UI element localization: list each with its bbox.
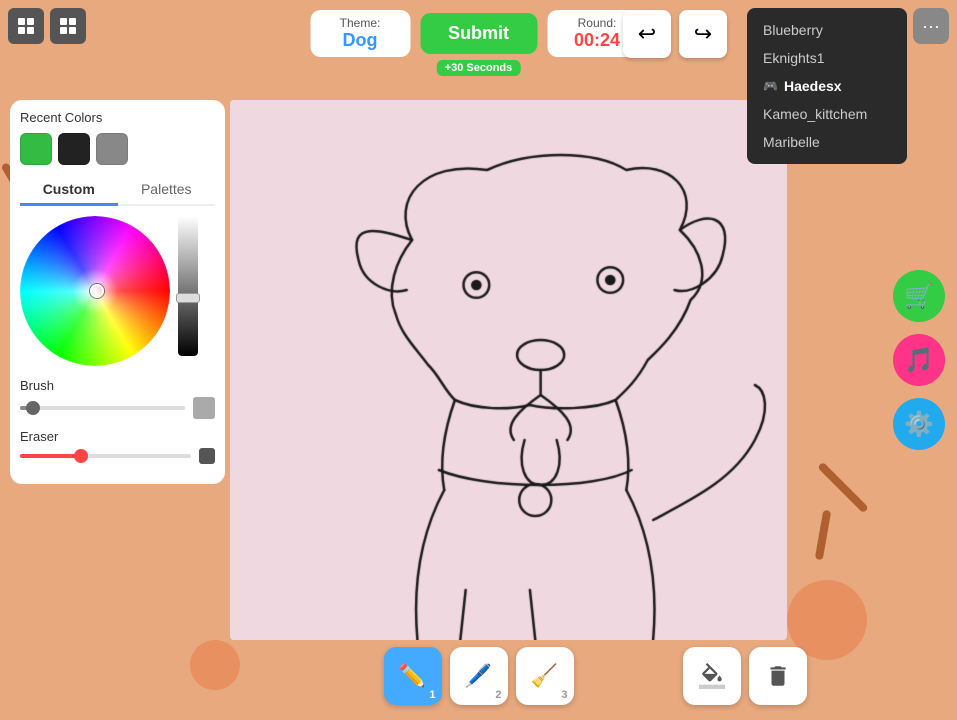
brush-tool-icon: ✏️ [399,663,426,689]
plus-time-badge: +30 Seconds [437,60,521,76]
eraser-tool-icon: 🧹 [531,663,558,689]
color-tabs: Custom Palettes [20,175,215,206]
brush-slider[interactable] [20,406,185,410]
eraser-tool-num: 3 [561,689,567,701]
bottom-toolbar: ✏️ 1 🖊️ 2 🧹 3 [384,647,574,705]
cart-button[interactable]: 🛒 [893,270,945,322]
more-options-icon[interactable]: ··· [913,8,949,44]
brush-tool-num: 1 [429,689,435,701]
theme-value: Dog [326,30,394,51]
eraser-icon [199,448,215,464]
player-blueberry: Blueberry [747,16,907,44]
bottom-right-buttons [683,647,807,705]
player-maribelle: Maribelle [747,128,907,156]
brush-tool-button[interactable]: ✏️ 1 [384,647,442,705]
eraser-tool-button[interactable]: 🧹 3 [516,647,574,705]
right-actions: 🛒 🎵 ⚙️ [893,270,945,450]
brush-icon [193,397,215,419]
pencil-tool-icon: 🖊️ [465,663,492,689]
round-value: 00:24 [563,30,631,51]
home-icon[interactable] [8,8,44,44]
tab-custom[interactable]: Custom [20,175,118,206]
brightness-track[interactable] [178,216,198,356]
trash-button[interactable] [749,647,807,705]
color-picker-area [20,216,215,366]
top-left-icons [8,8,86,44]
brightness-thumb[interactable] [176,293,200,303]
pencil-tool-button[interactable]: 🖊️ 2 [450,647,508,705]
player-haedesx: 🎮 Haedesx [747,72,907,100]
top-bar: Theme: Dog Submit +30 Seconds Round: 00:… [310,10,647,57]
submit-button[interactable]: Submit +30 Seconds [420,13,537,54]
color-wheel[interactable] [20,216,170,366]
swatch-gray[interactable] [96,133,128,165]
drawing-canvas-element[interactable] [230,100,787,640]
fill-button[interactable] [683,647,741,705]
brush-label: Brush [20,378,215,393]
recent-colors-title: Recent Colors [20,110,215,125]
theme-label: Theme: [326,16,394,30]
undo-button[interactable]: ↩ [623,10,671,58]
tab-palettes[interactable]: Palettes [118,175,216,206]
swatch-green[interactable] [20,133,52,165]
players-panel: Blueberry Eknights1 🎮 Haedesx Kameo_kitt… [747,8,907,164]
brush-slider-row [20,397,215,419]
active-player-icon: 🎮 [763,79,778,93]
eraser-slider-row [20,448,215,464]
pencil-tool-num: 2 [495,689,501,701]
theme-box: Theme: Dog [310,10,410,57]
deco-stick-3 [817,462,869,514]
left-panel: Recent Colors Custom Palettes Brush Eras… [10,100,225,484]
menu-icon[interactable] [50,8,86,44]
player-kameo: Kameo_kittchem [747,100,907,128]
redo-button[interactable]: ↪ [679,10,727,58]
player-eknights1: Eknights1 [747,44,907,72]
round-label: Round: [563,16,631,30]
drawing-canvas[interactable] [230,100,787,640]
color-wheel-canvas[interactable] [20,216,170,366]
deco-stick-4 [815,510,832,561]
undo-redo-controls: ↩ ↪ [623,10,727,58]
settings-button[interactable]: ⚙️ [893,398,945,450]
brightness-slider[interactable] [178,216,198,366]
music-button[interactable]: 🎵 [893,334,945,386]
deco-circle-1 [190,640,240,690]
eraser-slider[interactable] [20,454,191,458]
swatch-black[interactable] [58,133,90,165]
eraser-label: Eraser [20,429,215,444]
color-swatches [20,133,215,165]
